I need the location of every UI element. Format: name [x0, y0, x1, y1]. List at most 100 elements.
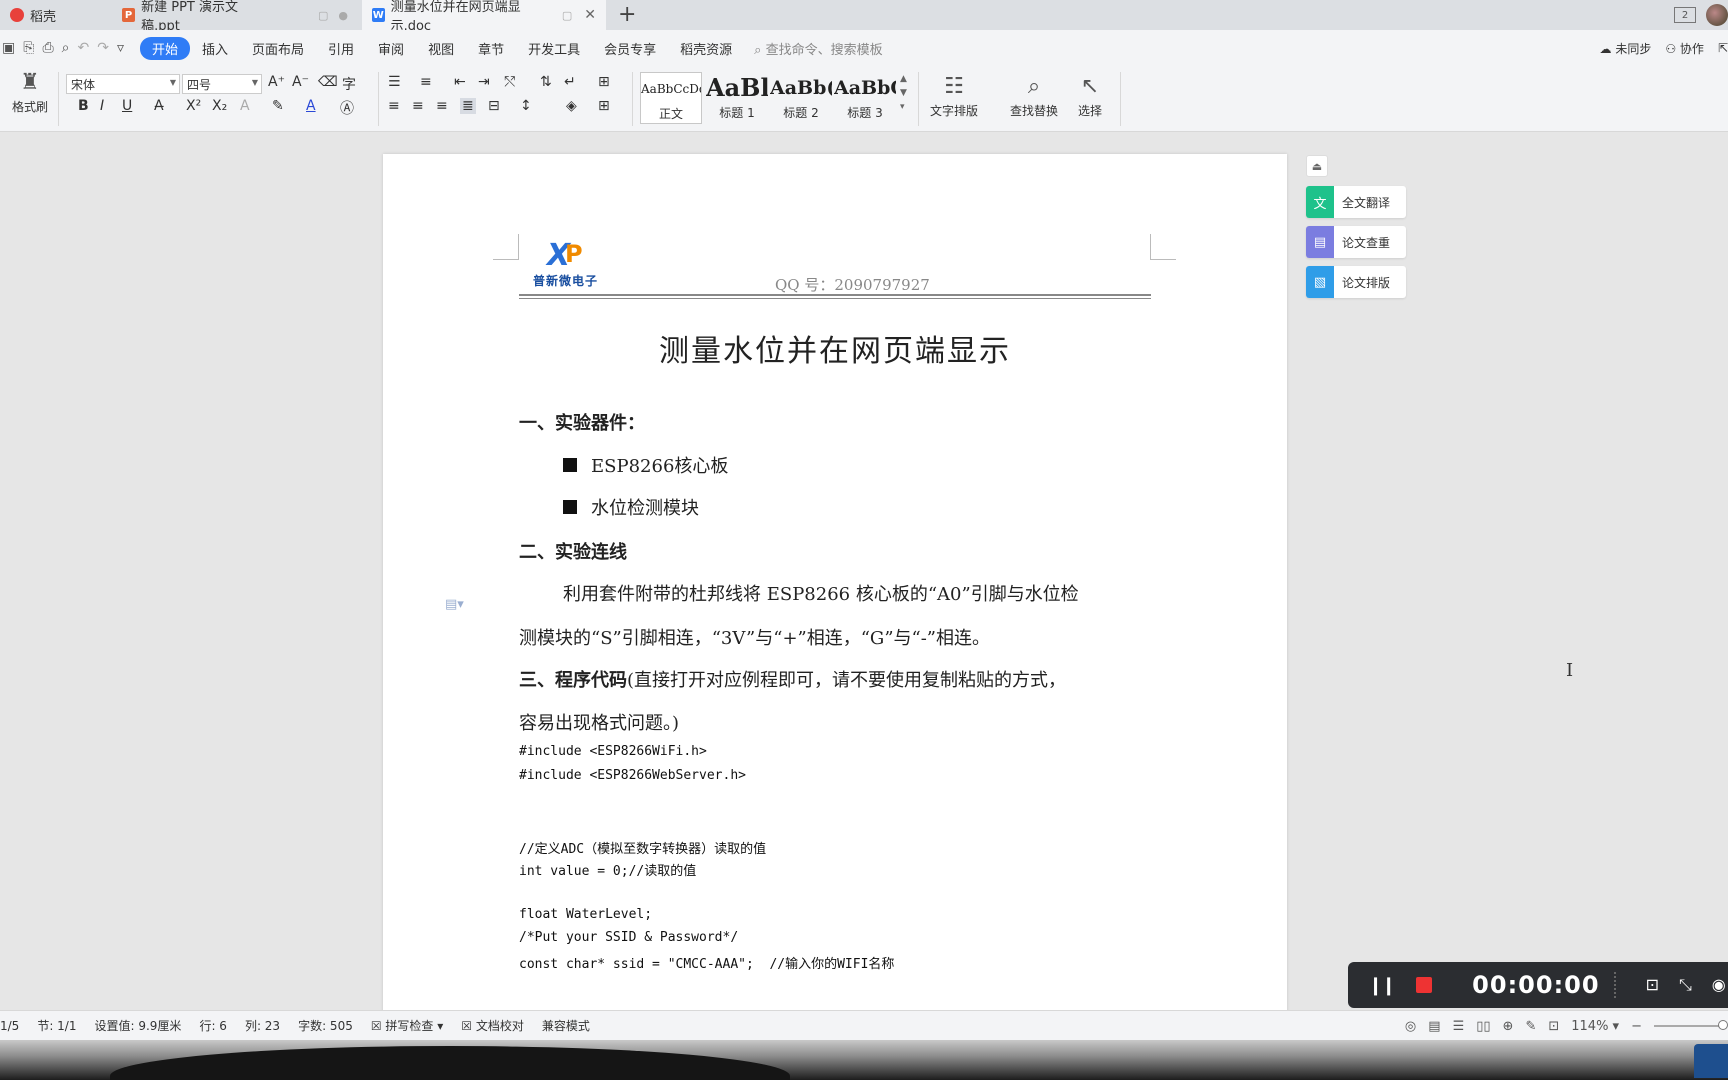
close-icon[interactable]: ✕	[584, 7, 596, 23]
preview-icon[interactable]: ⌕	[62, 40, 70, 56]
export-icon[interactable]: ⎘	[23, 40, 34, 56]
menu-developer[interactable]: 开发工具	[516, 39, 592, 58]
find-replace-button[interactable]: ⌕ 查找替换	[1010, 74, 1058, 119]
menu-chapter[interactable]: 章节	[466, 39, 516, 58]
window-switch-icon[interactable]: 2	[1674, 7, 1696, 23]
new-tab-button[interactable]: +	[618, 2, 636, 27]
clear-format-icon[interactable]: ⌫	[318, 74, 338, 90]
subscript-icon[interactable]: X₂	[212, 98, 227, 114]
zoom-slider[interactable]	[1654, 1020, 1728, 1030]
underline-icon[interactable]: U	[122, 98, 132, 114]
status-page[interactable]: 1/5	[0, 1019, 19, 1033]
fit-icon[interactable]: ⊡	[1548, 1019, 1559, 1034]
capture-icon[interactable]: ⊡	[1646, 975, 1659, 995]
tab-doc[interactable]: W 测量水位并在网页端显示.doc ▢ ✕	[362, 0, 606, 34]
font-color-icon[interactable]: A	[306, 98, 316, 114]
pin-icon[interactable]: ▢	[562, 9, 572, 22]
collapse-panel-icon[interactable]: ⏏	[1306, 155, 1328, 177]
zoom-knob[interactable]	[1718, 1020, 1728, 1030]
font-name-select[interactable]: 宋体 ▼	[66, 74, 180, 94]
table-tools-icon[interactable]: ⊞	[598, 74, 610, 90]
paragraph-handle-icon[interactable]: ▤▾	[445, 597, 464, 612]
menu-home[interactable]: 开始	[139, 36, 190, 60]
select-button[interactable]: ↖ 选择	[1078, 74, 1102, 119]
dot-icon[interactable]: ●	[338, 9, 348, 22]
numbered-list-icon[interactable]: ≡	[420, 74, 432, 90]
camera-icon[interactable]: ◉	[1712, 975, 1726, 995]
print-icon[interactable]: ⎙	[42, 40, 53, 56]
share-icon[interactable]: ⇱	[1718, 41, 1728, 55]
chinese-layout-icon[interactable]: ⤲	[504, 74, 515, 90]
indent-icon[interactable]: ⇥	[478, 74, 490, 90]
outline-view-icon[interactable]: ☰	[1453, 1019, 1465, 1034]
proofread-button[interactable]: ☒ 文档校对	[461, 1017, 524, 1034]
style-heading-1[interactable]: AaBl 标题 1	[706, 72, 768, 124]
line-spacing-icon[interactable]: ↕	[520, 98, 532, 114]
read-view-icon[interactable]: ▯▯	[1476, 1019, 1490, 1034]
strikethrough-icon[interactable]: A̶	[154, 98, 164, 114]
pen-icon[interactable]: ✎	[1525, 1019, 1536, 1034]
eye-icon[interactable]: ◎	[1405, 1019, 1416, 1034]
outdent-icon[interactable]: ⇤	[454, 74, 466, 90]
menu-layout[interactable]: 页面布局	[240, 39, 316, 58]
redo-icon[interactable]: ↷	[97, 40, 109, 56]
stop-icon[interactable]	[1416, 977, 1433, 993]
spell-check-button[interactable]: ☒ 拼写检查 ▾	[371, 1017, 443, 1034]
document-page[interactable]: X P 普新微电子 QQ 号：2090797927 测量水位并在网页端显示 一、…	[383, 154, 1287, 1010]
bold-icon[interactable]: B	[78, 98, 89, 114]
undo-icon[interactable]: ↶	[77, 40, 89, 56]
more-icon[interactable]: ▿	[117, 40, 124, 56]
borders-icon[interactable]: ⊞	[598, 98, 610, 114]
zoom-select[interactable]: 114% ▾	[1571, 1019, 1619, 1034]
page-view-icon[interactable]: ▤	[1428, 1019, 1440, 1034]
char-border-icon[interactable]: Ⓐ	[340, 98, 354, 118]
plagiarism-check-button[interactable]: ▤ 论文查重	[1306, 226, 1406, 258]
pin-icon[interactable]: ▢	[318, 9, 328, 22]
sync-button[interactable]: ☁ 未同步	[1600, 40, 1652, 57]
minimize-icon[interactable]: ⤡	[1679, 975, 1692, 995]
text-layout-button[interactable]: ☷ 文字排版	[930, 74, 978, 119]
command-search[interactable]: ⌕ 查找命令、搜索模板	[754, 39, 882, 58]
menu-docer[interactable]: 稻壳资源	[668, 39, 744, 58]
avatar[interactable]	[1706, 4, 1728, 26]
align-right-icon[interactable]: ≡	[436, 98, 448, 114]
menu-view[interactable]: 视图	[416, 39, 466, 58]
align-center-icon[interactable]: ≡	[412, 98, 424, 114]
highlight-icon[interactable]: ✎	[272, 98, 284, 114]
status-word-count[interactable]: 字数: 505	[298, 1017, 353, 1034]
styles-scroll-icon[interactable]: ▲ ▼ ▾	[900, 72, 907, 114]
format-painter-button[interactable]: ♜ 格式刷	[12, 70, 48, 115]
thesis-format-button[interactable]: ▧ 论文排版	[1306, 266, 1406, 298]
menu-member[interactable]: 会员专享	[592, 39, 668, 58]
sort-icon[interactable]: ⇅	[540, 74, 552, 90]
web-view-icon[interactable]: ⊕	[1503, 1019, 1514, 1034]
italic-icon[interactable]: I	[100, 98, 104, 114]
document-workspace[interactable]: X P 普新微电子 QQ 号：2090797927 测量水位并在网页端显示 一、…	[0, 132, 1728, 1010]
font-size-select[interactable]: 四号 ▼	[182, 74, 262, 94]
menu-review[interactable]: 审阅	[366, 39, 416, 58]
menu-insert[interactable]: 插入	[190, 39, 240, 58]
phonetic-icon[interactable]: 字	[342, 74, 356, 94]
save-icon[interactable]: ▣	[2, 40, 15, 56]
shading-icon[interactable]: ◈	[566, 98, 577, 114]
align-left-icon[interactable]: ≡	[388, 98, 400, 114]
zoom-out-icon[interactable]: −	[1631, 1019, 1642, 1034]
text-effect-icon[interactable]: A	[240, 98, 250, 114]
style-normal[interactable]: AaBbCcDd 正文	[640, 72, 702, 124]
distribute-icon[interactable]: ⊟	[488, 98, 500, 114]
grow-font-icon[interactable]: A⁺	[268, 74, 285, 90]
pause-icon[interactable]: ❙❙	[1368, 975, 1396, 996]
superscript-icon[interactable]: X²	[186, 98, 201, 114]
drag-handle[interactable]	[1613, 972, 1620, 998]
menu-references[interactable]: 引用	[316, 39, 366, 58]
style-heading-3[interactable]: AaBbC 标题 3	[834, 72, 896, 124]
bullet-list-icon[interactable]: ☰	[388, 74, 401, 90]
align-justify-icon[interactable]: ≣	[460, 98, 476, 114]
style-heading-2[interactable]: AaBb( 标题 2	[770, 72, 832, 124]
full-translate-button[interactable]: 文 全文翻译	[1306, 186, 1406, 218]
show-marks-icon[interactable]: ↵	[564, 74, 576, 90]
shrink-font-icon[interactable]: A⁻	[292, 74, 309, 90]
collab-button[interactable]: ⚇ 协作	[1665, 40, 1704, 57]
tab-ppt[interactable]: P 新建 PPT 演示文稿.ppt ▢ ●	[112, 0, 358, 34]
tab-docer[interactable]: 稻壳	[0, 0, 112, 30]
